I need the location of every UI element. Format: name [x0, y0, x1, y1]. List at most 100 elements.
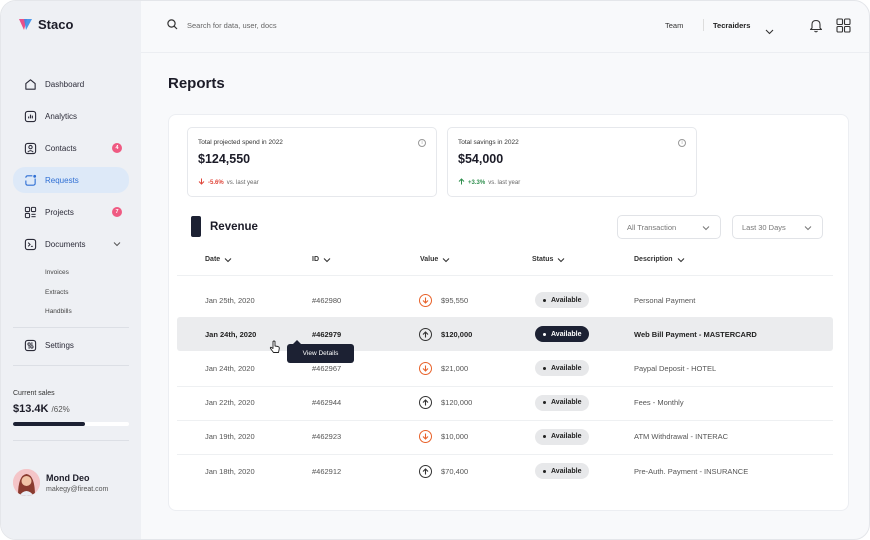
divider — [13, 326, 129, 328]
sidebar-item-requests[interactable]: Requests — [13, 167, 129, 193]
documents-icon — [23, 237, 37, 251]
sidebar-item-settings[interactable]: Settings — [13, 333, 129, 359]
search-icon — [167, 19, 178, 32]
current-sales: Current sales $13.4K /62% — [13, 390, 129, 446]
app-name: Staco — [38, 17, 74, 32]
search-input[interactable]: Search for data, user, docs — [187, 21, 277, 30]
row-description: Pre-Auth. Payment - INSURANCE — [634, 466, 749, 476]
row-value: $120,000 — [419, 317, 472, 351]
chevron-down-icon — [677, 257, 684, 262]
row-description: Web Bill Payment - MASTERCARD — [634, 329, 757, 339]
notification-bell-icon[interactable] — [809, 18, 823, 38]
column-header-value[interactable]: Value — [420, 256, 450, 263]
topbar: Search for data, user, docs Team Tecraid… — [141, 1, 869, 53]
chevron-down-icon — [558, 257, 565, 262]
sales-percent: /62% — [51, 405, 70, 414]
arrow-up-icon — [458, 178, 465, 187]
period-filter-dropdown[interactable]: Last 30 Days — [732, 215, 823, 239]
sidebar-item-label: Dashboard — [45, 79, 85, 89]
projects-icon — [23, 205, 37, 219]
table-row[interactable]: Jan 25th, 2020 #462980 $95,550 Available Per… — [177, 283, 833, 317]
kpi-change-value: -5.6% — [208, 179, 224, 186]
kpi-title: Total projected spend in 2022 — [198, 139, 283, 146]
transaction-filter-dropdown[interactable]: All Transaction — [617, 215, 721, 239]
table-row[interactable]: Jan 22th, 2020 #462944 $120,000 Available Fe… — [177, 386, 833, 420]
revenue-title: Revenue — [210, 221, 258, 233]
kpi-card-projected-spend: Total projected spend in 2022 i $124,550… — [187, 127, 437, 197]
avatar — [13, 469, 40, 496]
dropdown-value: Last 30 Days — [742, 222, 786, 232]
column-header-description[interactable]: Description — [634, 256, 685, 263]
row-description: Paypal Deposit - HOTEL — [634, 363, 717, 373]
projects-badge: 7 — [112, 207, 122, 217]
column-header-status[interactable]: Status — [532, 256, 565, 263]
chevron-down-icon[interactable] — [765, 22, 774, 40]
row-date: Jan 19th, 2020 — [205, 432, 255, 442]
requests-icon — [23, 173, 37, 187]
sidebar-item-analytics[interactable]: Analytics — [13, 103, 129, 129]
status-badge: Available — [535, 360, 590, 377]
sidebar-item-projects[interactable]: Projects 7 — [13, 199, 129, 225]
sidebar-item-label: Contacts — [45, 143, 77, 153]
status-text: Available — [551, 330, 582, 338]
sidebar-item-contacts[interactable]: Contacts 4 — [13, 135, 129, 161]
column-header-date[interactable]: Date — [205, 256, 232, 263]
user-profile[interactable]: Mond Deo makegy@fireat.com — [13, 469, 108, 496]
table-row[interactable]: Jan 19th, 2020 #462923 $10,000 Available ATM… — [177, 420, 833, 454]
row-value-text: $70,400 — [441, 466, 469, 476]
row-value: $95,550 — [419, 283, 468, 317]
sales-value: $13.4K /62% — [13, 403, 70, 415]
row-date: Jan 18th, 2020 — [205, 466, 255, 476]
hand-cursor-icon — [269, 340, 281, 359]
divider — [177, 275, 833, 276]
app-frame: Staco Dashboard Analytics Contacts 4 Req… — [0, 0, 870, 540]
row-id: #462980 — [312, 295, 342, 305]
sidebar-nav: Dashboard Analytics Contacts 4 Requests … — [13, 71, 129, 371]
staco-logo-icon — [18, 17, 33, 32]
apps-grid-icon[interactable] — [836, 18, 851, 38]
sidebar-subitem-extracts[interactable]: Extracts — [13, 283, 129, 303]
home-icon — [23, 77, 37, 91]
row-description: ATM Withdrawal - INTERAC — [634, 432, 729, 442]
status-text: Available — [551, 364, 582, 372]
sidebar-subitem-invoices[interactable]: Invoices — [13, 263, 129, 283]
sidebar-item-label: Requests — [45, 175, 79, 185]
row-value: $10,000 — [419, 420, 468, 454]
info-icon[interactable]: i — [678, 139, 686, 147]
user-name: Mond Deo — [46, 472, 90, 483]
divider — [703, 19, 704, 31]
arrow-up-circle-icon — [419, 464, 432, 478]
logo[interactable]: Staco — [18, 17, 73, 32]
info-icon[interactable]: i — [418, 139, 426, 147]
status-text: Available — [551, 433, 582, 441]
divider — [13, 364, 129, 366]
sidebar-item-dashboard[interactable]: Dashboard — [13, 71, 129, 97]
row-status: Available — [535, 317, 590, 351]
row-value-text: $95,550 — [441, 295, 469, 305]
sidebar-item-label: Documents — [45, 239, 86, 249]
arrow-up-circle-icon — [419, 396, 432, 410]
search-bar[interactable]: Search for data, user, docs — [167, 19, 277, 32]
table-row[interactable]: Jan 18th, 2020 #462912 $70,400 Available Pre… — [177, 454, 833, 488]
org-selector[interactable]: Tecraiders — [713, 21, 750, 30]
row-value-text: $120,000 — [441, 398, 473, 408]
row-status: Available — [535, 283, 590, 317]
row-id: #462912 — [312, 466, 342, 476]
row-value: $21,000 — [419, 351, 468, 385]
sidebar-item-documents[interactable]: Documents — [13, 231, 129, 257]
row-date: Jan 24th, 2020 — [205, 363, 255, 373]
sidebar-subitem-handbills[interactable]: Handbills — [13, 302, 129, 322]
chevron-down-icon[interactable] — [113, 240, 121, 249]
sidebar: Staco Dashboard Analytics Contacts 4 Req… — [1, 1, 141, 539]
revenue-marker — [191, 216, 201, 237]
row-value: $70,400 — [419, 454, 468, 488]
chevron-down-icon — [702, 224, 710, 233]
kpi-value: $54,000 — [458, 152, 504, 166]
team-label[interactable]: Team — [665, 21, 683, 30]
row-value-text: $120,000 — [441, 329, 473, 339]
column-header-id[interactable]: ID — [312, 256, 331, 263]
row-date: Jan 22th, 2020 — [205, 398, 255, 408]
row-status: Available — [535, 351, 590, 385]
row-id: #462923 — [312, 432, 342, 442]
kpi-title: Total savings in 2022 — [458, 139, 519, 146]
